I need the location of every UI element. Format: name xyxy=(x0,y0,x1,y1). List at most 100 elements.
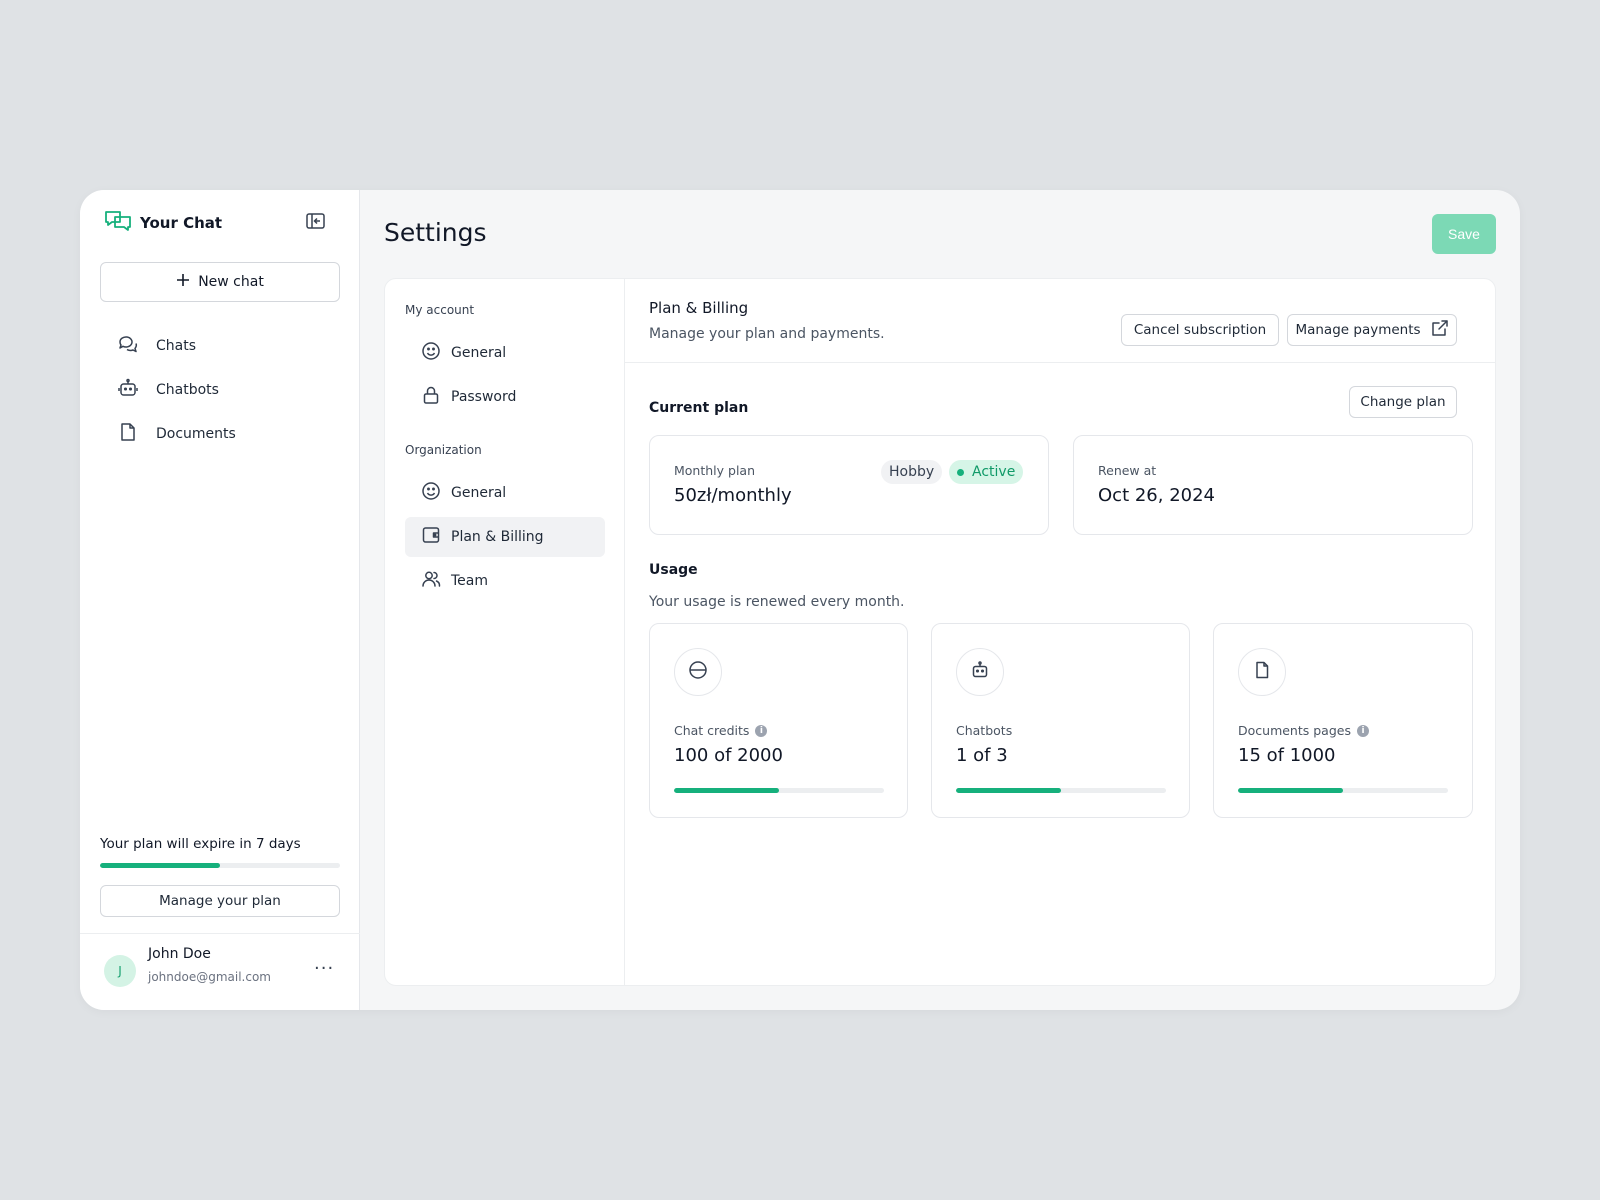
usage-subtitle: Your usage is renewed every month. xyxy=(649,594,905,610)
usage-value: 100 of 2000 xyxy=(674,745,783,766)
usage-label-row: Documents pages i xyxy=(1238,723,1369,738)
settings-nav-item-account-general[interactable]: General xyxy=(405,333,605,373)
settings-nav-label: Team xyxy=(451,573,489,589)
new-chat-button[interactable]: New chat xyxy=(100,262,340,302)
usage-progress xyxy=(1238,788,1448,793)
usage-progress-fill xyxy=(956,788,1061,793)
manage-payments-label: Manage payments xyxy=(1295,322,1421,338)
lock-icon xyxy=(421,385,441,409)
brand-name: Your Chat xyxy=(140,214,223,232)
settings-nav-item-org-general[interactable]: General xyxy=(405,473,605,513)
plan-expiry-progress-fill xyxy=(100,863,220,868)
external-link-icon xyxy=(1431,319,1449,341)
renew-label: Renew at xyxy=(1098,463,1157,478)
renew-card: Renew at Oct 26, 2024 xyxy=(1073,435,1473,535)
usage-label-row: Chatbots xyxy=(956,723,1012,738)
document-icon xyxy=(1252,660,1272,684)
plan-billing-content: Plan & Billing Manage your plan and paym… xyxy=(625,279,1495,985)
user-profile[interactable]: J John Doe johndoe@gmail.com ··· xyxy=(104,944,340,994)
settings-nav-label: General xyxy=(451,345,507,361)
plus-icon xyxy=(176,273,190,291)
usage-label: Chat credits xyxy=(674,723,750,738)
usage-progress-fill xyxy=(1238,788,1343,793)
brand: Your Chat xyxy=(104,210,222,236)
avatar: J xyxy=(104,955,136,987)
sidebar-item-chats[interactable]: Chats xyxy=(108,324,338,368)
robot-icon xyxy=(970,660,990,684)
section-label-organization: Organization xyxy=(405,443,482,457)
plan-expiry-text: Your plan will expire in 7 days xyxy=(100,836,301,852)
settings-nav-label: Plan & Billing xyxy=(451,529,544,545)
settings-nav-label: Password xyxy=(451,389,517,405)
robot-icon-wrapper xyxy=(956,648,1004,696)
status-label: Active xyxy=(972,464,1016,480)
change-plan-button[interactable]: Change plan xyxy=(1349,386,1457,418)
manage-payments-button[interactable]: Manage payments xyxy=(1287,314,1457,346)
section-title: Plan & Billing xyxy=(649,299,749,317)
settings-nav: My account General Password Organization… xyxy=(385,279,625,985)
info-icon[interactable]: i xyxy=(1356,724,1369,737)
plan-tier-badge: Hobby xyxy=(881,460,943,484)
settings-panel: My account General Password Organization… xyxy=(384,278,1496,986)
status-badge: Active xyxy=(949,460,1024,484)
renew-date: Oct 26, 2024 xyxy=(1098,485,1215,506)
cancel-subscription-button[interactable]: Cancel subscription xyxy=(1121,314,1279,346)
document-icon-wrapper xyxy=(1238,648,1286,696)
plan-expiry-progress xyxy=(100,863,340,868)
collapse-sidebar-icon xyxy=(305,213,325,233)
sidebar-item-chatbots[interactable]: Chatbots xyxy=(108,368,338,412)
usage-progress xyxy=(956,788,1166,793)
settings-nav-item-team[interactable]: Team xyxy=(405,561,605,601)
usage-card-chatbots: Chatbots 1 of 3 xyxy=(931,623,1190,818)
settings-nav-label: General xyxy=(451,485,507,501)
robot-icon xyxy=(118,378,138,402)
sidebar-item-label: Chats xyxy=(156,338,197,354)
sidebar: Your Chat New chat Chats Chatbots Docume… xyxy=(80,190,360,1010)
users-icon xyxy=(421,569,441,593)
app-window: Your Chat New chat Chats Chatbots Docume… xyxy=(80,190,1520,1010)
status-dot xyxy=(957,468,964,476)
divider xyxy=(625,362,1495,363)
usage-label: Documents pages xyxy=(1238,723,1351,738)
collapse-sidebar-button[interactable] xyxy=(305,213,325,233)
current-plan-label: Current plan xyxy=(649,400,749,416)
section-subtitle: Manage your plan and payments. xyxy=(649,326,885,342)
page-title: Settings xyxy=(384,218,487,247)
more-options-button[interactable]: ··· xyxy=(314,958,334,979)
plan-price: 50zł/monthly xyxy=(674,485,792,506)
user-email: johndoe@gmail.com xyxy=(148,970,271,984)
document-icon xyxy=(118,422,138,446)
chat-bubbles-icon xyxy=(118,334,138,358)
usage-card-chat-credits: Chat credits i 100 of 2000 xyxy=(649,623,908,818)
usage-progress-fill xyxy=(674,788,779,793)
usage-progress xyxy=(674,788,884,793)
sidebar-item-label: Documents xyxy=(156,426,236,442)
usage-value: 1 of 3 xyxy=(956,745,1008,766)
smiley-icon xyxy=(421,481,441,505)
usage-value: 15 of 1000 xyxy=(1238,745,1336,766)
user-name: John Doe xyxy=(148,946,211,962)
divider xyxy=(80,933,360,934)
manage-plan-button[interactable]: Manage your plan xyxy=(100,885,340,917)
new-chat-label: New chat xyxy=(198,274,264,290)
usage-label-row: Chat credits i xyxy=(674,723,768,738)
settings-nav-item-plan-billing[interactable]: Plan & Billing xyxy=(405,517,605,557)
wallet-icon xyxy=(421,525,441,549)
usage-label: Chatbots xyxy=(956,723,1013,738)
sidebar-item-documents[interactable]: Documents xyxy=(108,412,338,456)
info-icon[interactable]: i xyxy=(755,724,768,737)
sidebar-nav: Chats Chatbots Documents xyxy=(108,324,338,456)
plan-label: Monthly plan xyxy=(674,463,756,478)
sidebar-item-label: Chatbots xyxy=(156,382,219,398)
smiley-icon xyxy=(421,341,441,365)
plan-card: Monthly plan 50zł/monthly Hobby Active xyxy=(649,435,1049,535)
section-label-my-account: My account xyxy=(405,303,475,317)
save-button[interactable]: Save xyxy=(1432,214,1496,254)
credits-icon xyxy=(688,660,708,684)
settings-nav-item-password[interactable]: Password xyxy=(405,377,605,417)
chat-logo-icon xyxy=(104,209,132,237)
credits-icon-wrapper xyxy=(674,648,722,696)
usage-card-documents-pages: Documents pages i 15 of 1000 xyxy=(1213,623,1473,818)
plan-expiry: Your plan will expire in 7 days xyxy=(100,836,340,868)
usage-label: Usage xyxy=(649,562,698,578)
